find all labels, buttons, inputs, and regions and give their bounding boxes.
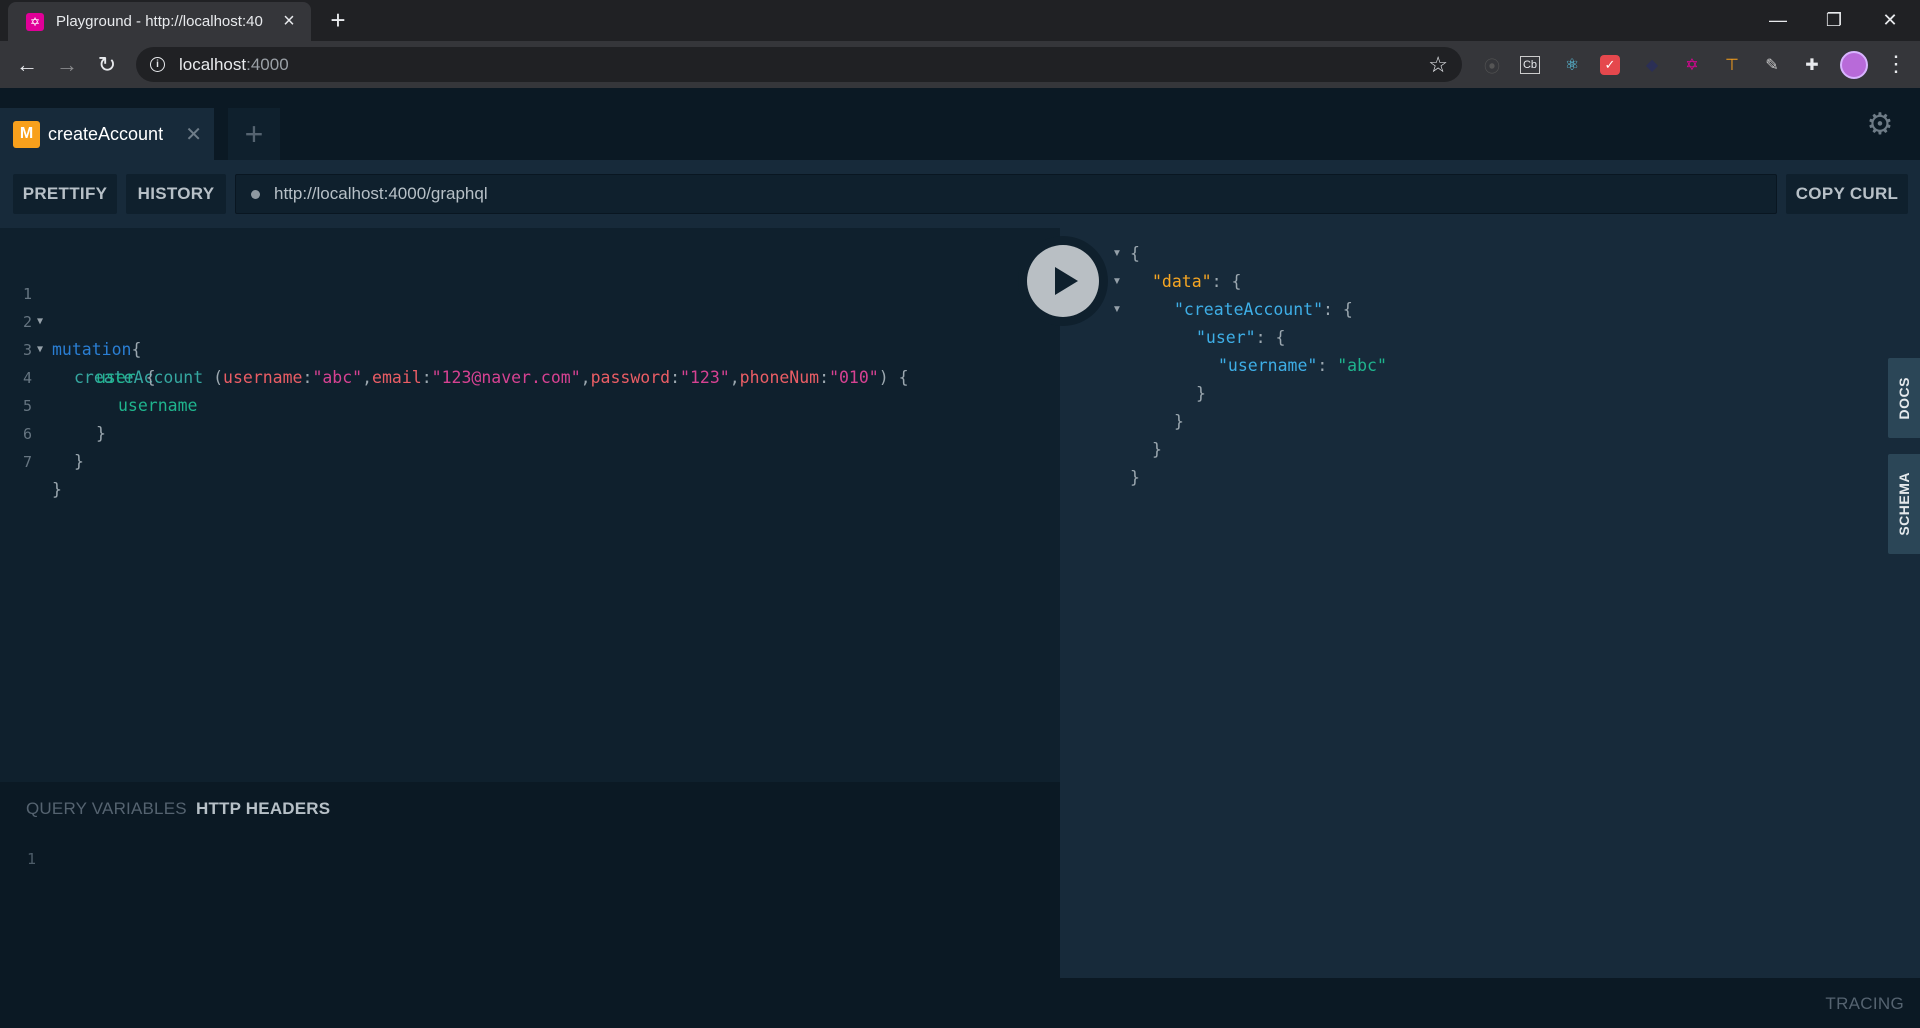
mutation-badge: M bbox=[13, 120, 40, 148]
endpoint-input[interactable]: http://localhost:4000/graphql bbox=[235, 174, 1777, 214]
code-line: 3 user { bbox=[0, 308, 1060, 387]
line-number: 1 bbox=[26, 850, 36, 868]
close-window-icon[interactable]: ✕ bbox=[1862, 0, 1918, 41]
code-line: 6 } bbox=[0, 392, 1060, 471]
docs-label: DOCS bbox=[1896, 376, 1912, 420]
json-brace: { bbox=[1130, 244, 1140, 263]
extensions-puzzle-icon[interactable]: ✚ bbox=[1800, 53, 1824, 77]
json-brace: } bbox=[1196, 384, 1206, 403]
prettify-button[interactable]: PRETTIFY bbox=[13, 174, 117, 214]
close-tab-icon[interactable]: × bbox=[279, 10, 299, 33]
settings-gear-icon[interactable]: ⚙ bbox=[1864, 108, 1896, 141]
browser-menu-icon[interactable]: ⋮ bbox=[1885, 51, 1907, 77]
back-icon[interactable]: ← bbox=[12, 50, 42, 80]
playground-footer: TRACING bbox=[0, 978, 1920, 1028]
new-tab-button[interactable]: + bbox=[324, 7, 352, 34]
tracing-button[interactable]: TRACING bbox=[1825, 994, 1904, 1014]
json-line: "data": { bbox=[1152, 268, 1241, 296]
browser-toolbar: ← → ↻ i localhost:4000 ☆ ⦿ Cb ⚛ ✓ ◆ ✡ ⊤ … bbox=[0, 41, 1920, 88]
url-port: :4000 bbox=[246, 54, 289, 74]
fold-arrow-icon[interactable]: ▼ bbox=[1112, 240, 1122, 268]
json-sep: : { bbox=[1255, 328, 1286, 347]
playground-tab-bar: M createAccount ✕ + bbox=[0, 88, 1920, 160]
forward-icon[interactable]: → bbox=[52, 50, 82, 80]
reload-icon[interactable]: ↻ bbox=[92, 50, 122, 80]
json-sep: : { bbox=[1211, 272, 1242, 291]
brace: } bbox=[52, 480, 62, 499]
address-bar[interactable]: i localhost:4000 ☆ bbox=[136, 47, 1462, 82]
json-line: "createAccount": { bbox=[1174, 296, 1353, 324]
json-key-data: "data" bbox=[1152, 272, 1212, 291]
code-line: 5 } bbox=[0, 364, 1060, 443]
url-host: localhost bbox=[179, 54, 247, 74]
code-line: 1 ▼ mutation{ bbox=[0, 252, 1060, 359]
json-key-user: "user" bbox=[1196, 328, 1256, 347]
json-line: "username": "abc" bbox=[1218, 352, 1387, 380]
browser-tab-strip: ✡ Playground - http://localhost:40 × + —… bbox=[0, 0, 1920, 41]
todoist-icon[interactable]: ✓ bbox=[1600, 55, 1620, 75]
run-query-button[interactable] bbox=[1027, 245, 1099, 317]
browser-tab-title: Playground - http://localhost:40 bbox=[56, 13, 263, 30]
json-brace: } bbox=[1130, 468, 1140, 487]
fold-arrow-icon[interactable]: ▼ bbox=[1112, 296, 1122, 324]
copy-curl-button[interactable]: COPY CURL bbox=[1786, 174, 1908, 214]
json-key-createaccount: "createAccount" bbox=[1174, 300, 1324, 319]
variables-panel: QUERY VARIABLES HTTP HEADERS 1 bbox=[0, 782, 1060, 978]
browser-tab[interactable]: ✡ Playground - http://localhost:40 × bbox=[8, 2, 311, 41]
pen-extension-icon[interactable]: ✎ bbox=[1760, 53, 1784, 77]
profile-avatar[interactable] bbox=[1840, 51, 1868, 79]
code-line: 7 } bbox=[0, 420, 1060, 499]
play-icon bbox=[1054, 267, 1078, 295]
brace: } bbox=[74, 452, 84, 471]
query-variables-tab[interactable]: QUERY VARIABLES bbox=[26, 799, 187, 819]
orange-extension-icon[interactable]: ⊤ bbox=[1720, 53, 1744, 77]
json-sep: : bbox=[1317, 356, 1338, 375]
extension-icon[interactable]: ⦿ bbox=[1480, 53, 1504, 77]
endpoint-url: http://localhost:4000/graphql bbox=[274, 184, 488, 203]
line-number: 7 bbox=[22, 453, 32, 471]
fold-arrow-icon[interactable]: ▼ bbox=[1112, 268, 1122, 296]
close-playground-tab-icon[interactable]: ✕ bbox=[185, 122, 202, 147]
http-headers-tab[interactable]: HTTP HEADERS bbox=[196, 799, 330, 819]
json-sep: : { bbox=[1323, 300, 1353, 319]
playground-tab-label: createAccount bbox=[48, 123, 164, 144]
schema-label: SCHEMA bbox=[1896, 472, 1912, 536]
playground-header: PRETTIFY HISTORY http://localhost:4000/g… bbox=[0, 160, 1920, 228]
result-pane[interactable]: ▼ { ▼ "data": { ▼ "createAccount": { "us… bbox=[1060, 228, 1920, 978]
code-line: 4 username bbox=[0, 336, 1060, 415]
json-line: "user": { bbox=[1196, 324, 1285, 352]
json-brace: } bbox=[1152, 440, 1162, 459]
minimize-icon[interactable]: — bbox=[1750, 0, 1806, 41]
site-info-icon[interactable]: i bbox=[150, 57, 165, 72]
schema-tab[interactable]: SCHEMA bbox=[1888, 454, 1920, 554]
bookmark-star-icon[interactable]: ☆ bbox=[1428, 52, 1448, 78]
cb-extension-icon[interactable]: Cb bbox=[1520, 56, 1540, 74]
dark-extension-icon[interactable]: ◆ bbox=[1640, 53, 1664, 77]
playground-tab-createaccount[interactable]: M createAccount ✕ bbox=[0, 108, 214, 160]
add-playground-tab-button[interactable]: + bbox=[228, 108, 280, 160]
restore-icon[interactable]: ❐ bbox=[1806, 0, 1862, 41]
json-value-username: "abc" bbox=[1337, 356, 1387, 375]
json-brace: } bbox=[1174, 412, 1184, 431]
graphql-extension-icon[interactable]: ✡ bbox=[1680, 53, 1704, 77]
connection-status-dot bbox=[251, 189, 260, 199]
graphql-favicon-icon: ✡ bbox=[26, 12, 44, 31]
code-line: 2 ▼ createAccount (username:"abc",email:… bbox=[0, 280, 1060, 387]
react-devtools-icon[interactable]: ⚛ bbox=[1560, 53, 1584, 77]
json-key-username: "username" bbox=[1218, 356, 1318, 375]
query-editor[interactable]: 1 ▼ mutation{ 2 ▼ createAccount (usernam… bbox=[0, 228, 1060, 782]
docs-tab[interactable]: DOCS bbox=[1888, 358, 1920, 438]
history-button[interactable]: HISTORY bbox=[126, 174, 226, 214]
